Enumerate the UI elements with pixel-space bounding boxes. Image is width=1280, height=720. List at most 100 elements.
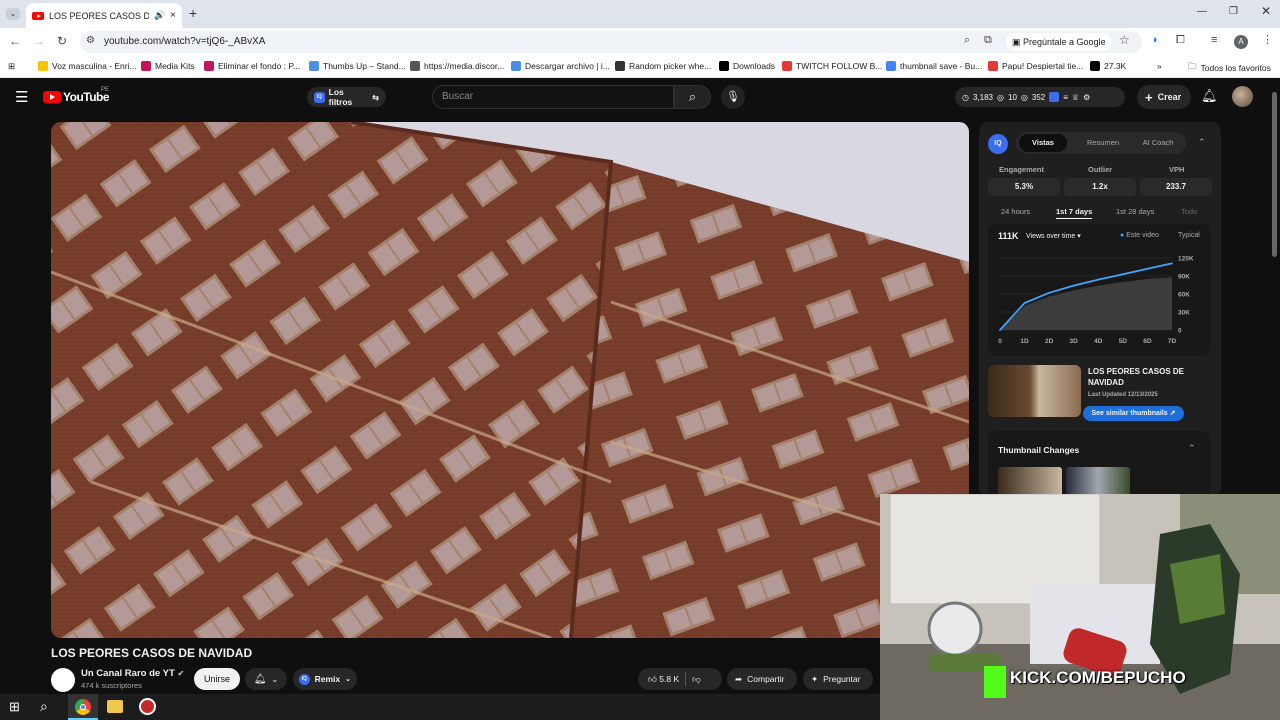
back-icon[interactable]: ←	[9, 34, 21, 48]
search-button[interactable]: ⌕	[674, 85, 711, 109]
bookmark-item[interactable]: Papu! Despiertal tie...	[988, 61, 1083, 71]
range-24-hours[interactable]: 24 hours	[1001, 207, 1030, 216]
thumbnail-changes-collapse-icon[interactable]: ⌃	[1188, 443, 1196, 454]
trophy-icon: ♕	[1071, 92, 1080, 102]
reload-icon[interactable]: ↻	[57, 34, 67, 48]
range-7-days[interactable]: 1st 7 days	[1056, 207, 1093, 219]
webcam-overlay: KICK.COM/BEPUCHO	[880, 494, 1280, 720]
remix-button[interactable]: IQ Remix ⌄	[293, 668, 357, 690]
like-button[interactable]: 👍︎ 5.8 K	[648, 674, 679, 685]
thumbs-up-icon: 👍︎	[648, 673, 657, 684]
windows-start-icon[interactable]: ⊞	[9, 699, 20, 715]
bookmark-item[interactable]: thumbnail save - Bu...	[886, 61, 982, 71]
browser-tab[interactable]: LOS PEORES CASOS DE NA 🔊 ×	[26, 3, 182, 28]
ask-button[interactable]: ✦ Preguntar	[803, 668, 873, 690]
folder-icon: 🗀	[1188, 61, 1197, 71]
bookmark-item[interactable]: Voz masculina - Enri...	[38, 61, 137, 71]
bookmark-item[interactable]: Eliminar el fondo : P...	[204, 61, 300, 71]
profile-avatar[interactable]: A	[1234, 35, 1248, 49]
address-bar[interactable]: ⚙ youtube.com/watch?v=tjQ6-_ABvXA ⌕ ⧉ ▣ …	[80, 31, 1142, 53]
all-favorites-folder[interactable]: 🗀 Todos los favoritos	[1188, 61, 1271, 75]
channel-name-text: Un Canal Raro de YT	[81, 668, 175, 679]
chrome-taskbar-button[interactable]	[68, 694, 98, 720]
taskbar-search-icon[interactable]: ⌕	[40, 698, 48, 715]
ask-google-button[interactable]: ▣ Pregúntale a Google	[1006, 33, 1112, 51]
chrome-menu-icon[interactable]: ⋮	[1262, 33, 1273, 46]
media-control-icon[interactable]: ≡	[1211, 34, 1217, 46]
subscribe-bell-button[interactable]: 🔔︎ ⌄	[245, 668, 287, 690]
bookmark-item[interactable]: Descargar archivo | i...	[511, 61, 610, 71]
range-28-days[interactable]: 1st 28 days	[1116, 207, 1154, 216]
bookmark-item[interactable]: Media Kits	[141, 61, 195, 71]
url-text[interactable]: youtube.com/watch?v=tjQ6-_ABvXA	[104, 36, 265, 47]
apps-grid-icon[interactable]: ⊞	[8, 61, 15, 72]
file-explorer-icon[interactable]	[107, 700, 123, 713]
settings-icon: ⚙	[1083, 92, 1091, 102]
filters-button[interactable]: IQ Los filtros ⇆	[307, 87, 386, 107]
extensions-puzzle-icon[interactable]: ⧠	[1176, 34, 1185, 47]
chevron-down-icon: ⌄	[271, 674, 279, 684]
collapse-icon[interactable]: ⌃	[1198, 137, 1206, 148]
page-scrollbar[interactable]	[1272, 92, 1277, 257]
join-button[interactable]: Unirse	[194, 668, 240, 690]
search-input[interactable]: Buscar	[442, 91, 473, 102]
browser-tab-strip: ⌄ LOS PEORES CASOS DE NA 🔊 × + — ❐ ✕	[0, 0, 1280, 28]
channel-name[interactable]: Un Canal Raro de YT ✔	[81, 668, 184, 679]
tab-resumen[interactable]: Resumen	[1079, 134, 1127, 152]
extension-icon[interactable]: ◗	[1152, 34, 1159, 46]
data-point	[1072, 284, 1075, 287]
bookmark-item[interactable]: Thumbs Up – Stand...	[309, 61, 406, 71]
minimize-icon[interactable]: —	[1197, 6, 1207, 17]
views-total: 111K	[998, 231, 1019, 241]
video-thumbnail[interactable]	[988, 365, 1081, 417]
close-window-icon[interactable]: ✕	[1261, 4, 1271, 18]
notifications-bell-icon[interactable]: 🔔︎	[1201, 88, 1218, 104]
microphone-icon: 🎙	[726, 91, 740, 103]
zoom-icon[interactable]: ⌕	[964, 34, 970, 47]
video-frame	[51, 122, 969, 638]
vph-label: VPH	[1169, 165, 1185, 174]
tune-icon: ⇆	[372, 92, 379, 102]
restore-icon[interactable]: ❐	[1229, 6, 1238, 17]
bookmark-label: thumbnail save - Bu...	[900, 61, 983, 71]
bookmark-star-icon[interactable]: ☆	[1119, 33, 1130, 47]
create-button[interactable]: + Crear	[1137, 85, 1191, 109]
bookmark-item[interactable]: Random picker whe...	[615, 61, 711, 71]
eye-icon: ◎	[997, 92, 1004, 102]
menu-icon[interactable]: ☰	[15, 88, 28, 106]
bookmark-item[interactable]: Downloads	[719, 61, 775, 71]
bookmark-label: Papu! Despiertal tie...	[1002, 61, 1084, 71]
obs-app-icon[interactable]	[139, 698, 156, 715]
thumbs-down-icon: 👎︎	[692, 673, 701, 684]
close-tab-icon[interactable]: ×	[170, 10, 176, 21]
thumbnail-version-2[interactable]	[1066, 467, 1130, 497]
tab-vistas[interactable]: Vistas	[1019, 134, 1067, 152]
forward-icon[interactable]: →	[33, 34, 45, 48]
tab-ai-coach[interactable]: AI Coach	[1134, 134, 1182, 152]
new-tab-button[interactable]: +	[189, 5, 197, 21]
install-icon[interactable]: ⧉	[984, 34, 992, 47]
bookmark-item[interactable]: TWITCH FOLLOW B...	[782, 61, 882, 71]
see-similar-button[interactable]: See similar thumbnails ↗	[1083, 406, 1184, 421]
bookmark-favicon-icon	[1090, 61, 1100, 71]
voice-search-button[interactable]: 🎙	[721, 85, 745, 109]
thumbnail-version-1[interactable]	[998, 467, 1062, 497]
site-info-icon[interactable]: ⚙	[86, 35, 95, 46]
more-bookmarks-icon[interactable]: »	[1157, 61, 1162, 71]
video-player[interactable]	[51, 122, 969, 638]
share-button[interactable]: ➦ Compartir	[727, 668, 797, 690]
windows-taskbar: ⊞ ⌕	[0, 694, 880, 720]
dislike-button[interactable]: 👎︎	[692, 674, 701, 685]
iq-icon	[1049, 92, 1060, 102]
channel-avatar[interactable]	[51, 668, 75, 692]
speaker-icon[interactable]: 🔊	[154, 10, 165, 21]
views-selector[interactable]: Views over time ▾	[1026, 232, 1081, 240]
bookmark-item[interactable]: https://media.discor...	[410, 61, 504, 71]
account-avatar[interactable]	[1232, 86, 1253, 107]
bookmark-item[interactable]: 27.3K	[1090, 61, 1126, 71]
tab-search-button[interactable]: ⌄	[6, 8, 20, 20]
data-point	[1171, 262, 1173, 265]
range-all[interactable]: Todo	[1181, 207, 1197, 216]
search-box[interactable]: Buscar	[432, 85, 674, 109]
extension-stats-bar[interactable]: ◷ 3,183 ◎ 10 ◎ 352 ≡ ♕ ⚙	[955, 87, 1125, 107]
